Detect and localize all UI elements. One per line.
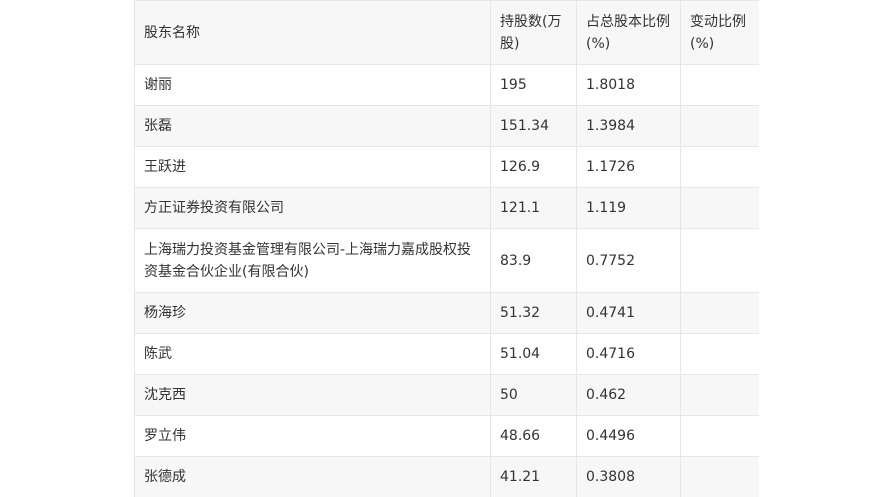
cell-name: 谢丽 <box>134 64 491 106</box>
cell-shares: 151.34 <box>490 105 577 147</box>
cell-shares: 126.9 <box>490 146 577 188</box>
shareholder-table-container: 股东名称 持股数(万股) 占总股本比例(%) 变动比例(%) 谢丽 195 1.… <box>134 0 759 497</box>
cell-change <box>680 105 759 147</box>
cell-shares: 51.04 <box>490 333 577 375</box>
cell-ratio: 0.462 <box>576 374 681 416</box>
cell-ratio: 0.4741 <box>576 292 681 334</box>
table-row: 沈克西 50 0.462 <box>134 374 759 416</box>
table-row: 杨海珍 51.32 0.4741 <box>134 292 759 334</box>
cell-ratio: 0.7752 <box>576 228 681 293</box>
cell-name: 杨海珍 <box>134 292 491 334</box>
table-row: 张德成 41.21 0.3808 <box>134 456 759 497</box>
header-shares: 持股数(万股) <box>490 0 577 65</box>
cell-change <box>680 292 759 334</box>
cell-shares: 195 <box>490 64 577 106</box>
cell-shares: 121.1 <box>490 187 577 229</box>
header-change-ratio: 变动比例(%) <box>680 0 759 65</box>
cell-ratio: 1.8018 <box>576 64 681 106</box>
cell-name: 上海瑞力投资基金管理有限公司-上海瑞力嘉成股权投资基金合伙企业(有限合伙) <box>134 228 491 293</box>
cell-ratio: 1.119 <box>576 187 681 229</box>
table-row: 上海瑞力投资基金管理有限公司-上海瑞力嘉成股权投资基金合伙企业(有限合伙) 83… <box>134 228 759 293</box>
cell-name: 陈武 <box>134 333 491 375</box>
cell-name: 王跃进 <box>134 146 491 188</box>
cell-name: 罗立伟 <box>134 415 491 457</box>
cell-ratio: 0.4496 <box>576 415 681 457</box>
table-row: 张磊 151.34 1.3984 <box>134 105 759 147</box>
cell-change <box>680 374 759 416</box>
header-share-ratio: 占总股本比例(%) <box>576 0 681 65</box>
table-row: 谢丽 195 1.8018 <box>134 64 759 106</box>
cell-change <box>680 64 759 106</box>
cell-change <box>680 187 759 229</box>
table-row: 王跃进 126.9 1.1726 <box>134 146 759 188</box>
cell-shares: 51.32 <box>490 292 577 334</box>
shareholder-table: 股东名称 持股数(万股) 占总股本比例(%) 变动比例(%) 谢丽 195 1.… <box>134 0 759 497</box>
cell-name: 张德成 <box>134 456 491 497</box>
cell-shares: 83.9 <box>490 228 577 293</box>
cell-change <box>680 146 759 188</box>
cell-ratio: 1.3984 <box>576 105 681 147</box>
cell-ratio: 0.3808 <box>576 456 681 497</box>
table-row: 方正证券投资有限公司 121.1 1.119 <box>134 187 759 229</box>
cell-ratio: 1.1726 <box>576 146 681 188</box>
cell-ratio: 0.4716 <box>576 333 681 375</box>
cell-shares: 50 <box>490 374 577 416</box>
table-row: 罗立伟 48.66 0.4496 <box>134 415 759 457</box>
cell-shares: 41.21 <box>490 456 577 497</box>
cell-change <box>680 415 759 457</box>
cell-name: 沈克西 <box>134 374 491 416</box>
cell-change <box>680 333 759 375</box>
header-shareholder-name: 股东名称 <box>134 0 491 65</box>
table-row: 陈武 51.04 0.4716 <box>134 333 759 375</box>
cell-name: 方正证券投资有限公司 <box>134 187 491 229</box>
cell-change <box>680 228 759 293</box>
cell-change <box>680 456 759 497</box>
cell-name: 张磊 <box>134 105 491 147</box>
table-header-row: 股东名称 持股数(万股) 占总股本比例(%) 变动比例(%) <box>134 0 759 65</box>
cell-shares: 48.66 <box>490 415 577 457</box>
